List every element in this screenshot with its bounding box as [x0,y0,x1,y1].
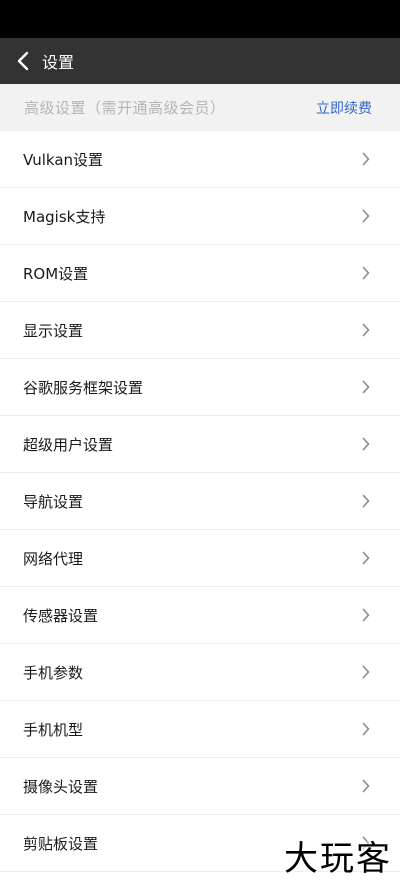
menu-item-label: 手机参数 [23,663,84,682]
menu-item-display[interactable]: 显示设置 [0,302,400,359]
chevron-right-icon [362,494,370,508]
menu-item-label: Magisk支持 [23,207,106,226]
menu-item-network-proxy[interactable]: 网络代理 [0,530,400,587]
menu-item-label: 摄像头设置 [23,777,99,796]
menu-item-label: Vulkan设置 [23,150,104,169]
menu-item-label: 手机机型 [23,720,84,739]
chevron-right-icon [362,209,370,223]
menu-item-label: 显示设置 [23,321,84,340]
premium-settings-label: 高级设置（需开通高级会员） [24,99,226,117]
menu-item-navigation[interactable]: 导航设置 [0,473,400,530]
menu-item-label: 传感器设置 [23,606,99,625]
status-bar [0,0,400,38]
chevron-right-icon [362,608,370,622]
menu-item-magisk[interactable]: Magisk支持 [0,188,400,245]
menu-item-label: 导航设置 [23,492,84,511]
chevron-right-icon [362,551,370,565]
settings-menu: Vulkan设置 Magisk支持 ROM设置 显示设置 谷歌服务框架设置 超级… [0,131,400,872]
menu-item-label: ROM设置 [23,264,89,283]
nav-bar: 设置 [0,38,400,84]
chevron-right-icon [362,380,370,394]
menu-item-google-services[interactable]: 谷歌服务框架设置 [0,359,400,416]
menu-item-sensors[interactable]: 传感器设置 [0,587,400,644]
menu-item-label: 网络代理 [23,549,84,568]
menu-item-camera[interactable]: 摄像头设置 [0,758,400,815]
menu-item-rom[interactable]: ROM设置 [0,245,400,302]
menu-item-superuser[interactable]: 超级用户设置 [0,416,400,473]
chevron-right-icon [362,665,370,679]
menu-item-phone-model[interactable]: 手机机型 [0,701,400,758]
renew-now-link[interactable]: 立即续费 [316,98,372,118]
menu-item-label: 剪贴板设置 [23,834,99,853]
chevron-right-icon [362,323,370,337]
menu-item-phone-params[interactable]: 手机参数 [0,644,400,701]
menu-item-vulkan[interactable]: Vulkan设置 [0,131,400,188]
chevron-right-icon [362,437,370,451]
chevron-right-icon [362,152,370,166]
menu-item-label: 谷歌服务框架设置 [23,378,144,397]
premium-settings-banner: 高级设置（需开通高级会员） 立即续费 [0,84,400,131]
page-title: 设置 [42,53,75,72]
menu-item-label: 超级用户设置 [23,435,114,454]
chevron-right-icon [362,266,370,280]
chevron-left-icon [17,51,29,71]
chevron-right-icon [362,779,370,793]
watermark-logo: 大玩客 [284,839,392,879]
chevron-right-icon [362,722,370,736]
back-button[interactable] [16,38,30,84]
